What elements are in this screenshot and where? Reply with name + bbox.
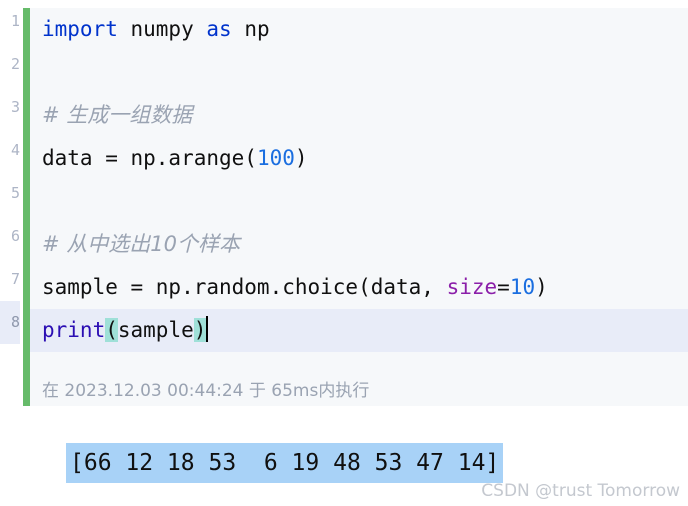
token-comment-generate-data: # 生成一组数据 [42,103,193,127]
token-arange-call: data = np.arange( [42,146,257,170]
code-line-6[interactable]: # 从中选出10个样本 [30,223,688,266]
code-line-2-blank[interactable] [30,51,688,94]
line-number: 5 [10,184,20,202]
cell-selected-accent-bar [23,8,30,406]
token-comment-select-samples: # 从中选出10个样本 [42,232,240,256]
code-line-8-current[interactable]: print(sample) [30,309,688,352]
line-number: 3 [10,98,20,116]
line-number: 7 [10,270,20,288]
code-line-1[interactable]: import numpy as np [30,8,688,51]
code-line-4[interactable]: data = np.arange(100) [30,137,688,180]
csdn-watermark: CSDN @trust Tomorrow [481,481,680,501]
token-number-10: 10 [509,275,536,299]
line-number-gutter: 1 2 3 4 5 6 7 8 [0,0,22,414]
token-variable-sample: sample [117,318,194,342]
text-cursor-caret [206,316,209,342]
line-number-active: 8 [0,301,20,344]
output-array-text[interactable]: [66 12 18 53 6 19 48 53 47 14] [66,443,504,483]
token-matched-open-paren: ( [105,318,118,342]
token-number-100: 100 [256,146,295,170]
token-keyword-import: import [42,17,118,41]
token-equals: = [497,275,510,299]
notebook-code-cell[interactable]: 1 2 3 4 5 6 7 8 import numpy as np # 生成一… [0,0,688,414]
token-matched-close-paren: ) [193,318,207,342]
line-number: 4 [10,141,20,159]
token-keyword-as: as [206,17,232,41]
code-line-3[interactable]: # 生成一组数据 [30,94,688,137]
token-close-paren: ) [535,275,548,299]
token-builtin-print: print [42,318,106,342]
execution-status-text: 在 2023.12.03 00:44:24 于 65ms内执行 [30,376,688,406]
line-number: 2 [10,55,20,73]
code-line-5-blank[interactable] [30,180,688,223]
token-close-paren: ) [294,146,308,170]
token-choice-call: sample = np.random.choice(data, [42,275,447,299]
code-editor[interactable]: import numpy as np # 生成一组数据 data = np.ar… [30,8,688,406]
token-module-numpy: numpy [117,17,207,41]
line-number: 1 [10,12,20,30]
code-line-7[interactable]: sample = np.random.choice(data, size=10) [30,266,688,309]
line-number: 6 [10,227,20,245]
token-alias-np: np [231,17,270,41]
token-param-size: size [446,275,498,299]
